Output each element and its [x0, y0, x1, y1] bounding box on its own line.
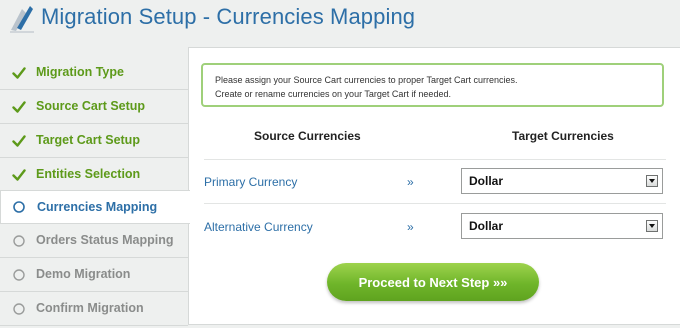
step-demo-migration[interactable]: Demo Migration [0, 258, 188, 292]
step-label: Confirm Migration [36, 301, 144, 315]
step-entities-selection[interactable]: Entities Selection [0, 158, 188, 192]
divider [204, 159, 666, 160]
check-icon [12, 101, 26, 113]
check-icon [12, 67, 26, 79]
circle-icon [13, 201, 25, 213]
migration-logo-icon [10, 6, 34, 33]
step-label: Entities Selection [36, 167, 141, 181]
step-migration-type[interactable]: Migration Type [0, 56, 188, 90]
check-icon [12, 135, 26, 147]
circle-icon [13, 269, 25, 281]
step-currencies-mapping[interactable]: Currencies Mapping [0, 190, 190, 224]
source-currencies-header: Source Currencies [254, 129, 361, 143]
chevron-down-icon[interactable] [646, 220, 658, 232]
alternative-currency-label: Alternative Currency [204, 220, 313, 234]
primary-currency-label: Primary Currency [204, 175, 298, 189]
info-notice: Please assign your Source Cart currencie… [201, 63, 664, 107]
currencies-mapping-panel: Please assign your Source Cart currencie… [188, 47, 680, 325]
header: Migration Setup - Currencies Mapping [0, 0, 680, 40]
step-label: Currencies Mapping [37, 200, 158, 214]
step-confirm-migration[interactable]: Confirm Migration [0, 292, 188, 326]
divider [204, 203, 666, 204]
step-orders-status-mapping[interactable]: Orders Status Mapping [0, 224, 188, 258]
step-label: Target Cart Setup [36, 133, 140, 147]
page-title: Migration Setup - Currencies Mapping [41, 4, 416, 29]
step-label: Source Cart Setup [36, 99, 146, 113]
mapping-arrow: » [407, 220, 414, 234]
step-label: Demo Migration [36, 267, 131, 281]
proceed-next-step-button[interactable]: Proceed to Next Step »» [327, 263, 539, 301]
alternative-currency-select[interactable]: Dollar [461, 213, 663, 239]
steps-sidebar: Migration Type Source Cart Setup Target … [0, 56, 190, 328]
mapping-arrow: » [407, 175, 414, 189]
selected-value: Dollar [469, 174, 504, 188]
notice-line-1: Please assign your Source Cart currencie… [215, 75, 518, 85]
step-label: Migration Type [36, 65, 124, 79]
primary-currency-select[interactable]: Dollar [461, 168, 663, 194]
chevron-down-icon[interactable] [646, 175, 658, 187]
notice-line-2: Create or rename currencies on your Targ… [215, 89, 451, 99]
circle-icon [13, 303, 25, 315]
target-currencies-header: Target Currencies [512, 129, 614, 143]
step-source-cart-setup[interactable]: Source Cart Setup [0, 90, 188, 124]
step-label: Orders Status Mapping [36, 233, 174, 247]
step-target-cart-setup[interactable]: Target Cart Setup [0, 124, 188, 158]
check-icon [12, 169, 26, 181]
selected-value: Dollar [469, 219, 504, 233]
circle-icon [13, 235, 25, 247]
